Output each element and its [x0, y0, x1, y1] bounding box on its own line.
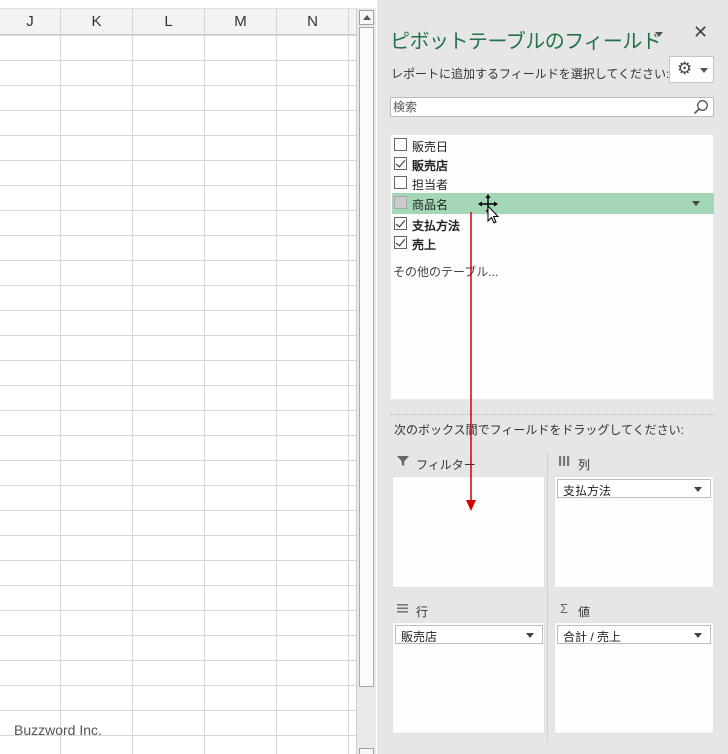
gridline	[60, 35, 61, 754]
field-checkbox[interactable]	[394, 196, 407, 209]
field-label: 担当者	[412, 178, 449, 192]
column-headers: J K L M N	[0, 8, 356, 35]
close-icon[interactable]: ✕	[693, 22, 708, 43]
column-header-l[interactable]: L	[133, 9, 205, 35]
vertical-scrollbar[interactable]	[356, 8, 376, 754]
field-label: 商品名	[412, 198, 449, 212]
pivot-field-pane: ピボットテーブルのフィールド ✕ レポートに追加するフィールドを選択してください…	[377, 0, 728, 754]
columns-icon	[559, 456, 570, 466]
gridline	[204, 35, 205, 754]
chevron-down-icon[interactable]	[694, 487, 702, 492]
rows-drop-zone[interactable]: 販売店	[392, 622, 545, 734]
filter-icon	[397, 456, 409, 466]
field-item-product-name[interactable]: 商品名	[392, 193, 714, 214]
chip-label: 販売店	[401, 630, 438, 644]
gridline	[276, 35, 277, 754]
columns-area-header: 列	[558, 454, 698, 472]
scroll-down-button[interactable]	[359, 748, 374, 754]
rows-field-chip[interactable]: 販売店	[395, 625, 543, 644]
column-header-n[interactable]: N	[277, 9, 349, 35]
values-drop-zone[interactable]: 合計 / 売上	[554, 622, 714, 734]
more-tables-link[interactable]: その他のテーブル...	[393, 263, 498, 280]
field-label: 販売店	[412, 159, 449, 173]
field-item-payment-method[interactable]: 支払方法	[392, 214, 714, 234]
field-item-store[interactable]: 販売店	[392, 154, 714, 174]
chevron-down-icon[interactable]	[694, 633, 702, 638]
field-label: 販売日	[412, 140, 449, 154]
column-header-k[interactable]: K	[61, 9, 133, 35]
drag-instruction: 次のボックス間でフィールドをドラッグしてください:	[394, 423, 685, 437]
columns-field-chip[interactable]: 支払方法	[557, 479, 711, 498]
cell-grid[interactable]	[0, 35, 356, 754]
scroll-thumb[interactable]	[359, 27, 374, 687]
pane-subtitle: レポートに追加するフィールドを選択してください:	[391, 67, 670, 81]
search-input[interactable]	[391, 98, 681, 116]
field-item-sales[interactable]: 売上	[392, 233, 714, 253]
pane-options-dropdown-icon[interactable]	[654, 30, 666, 40]
worksheet-area: J K L M N Buzzword Inc.	[0, 0, 356, 754]
field-label: 売上	[412, 238, 437, 252]
chevron-down-icon[interactable]	[526, 633, 534, 638]
search-box[interactable]	[390, 97, 714, 117]
values-area-header: Σ 値	[558, 601, 698, 619]
values-field-chip[interactable]: 合計 / 売上	[557, 625, 711, 644]
field-checkbox[interactable]	[394, 157, 407, 170]
column-header-j[interactable]: J	[0, 9, 61, 35]
chevron-down-icon	[700, 68, 708, 73]
gridline	[348, 35, 349, 754]
field-label: 支払方法	[412, 219, 461, 233]
search-icon[interactable]	[693, 99, 709, 115]
filters-area-label: フィルター	[416, 458, 476, 472]
sigma-icon: Σ	[560, 601, 569, 616]
filters-area-header: フィルター	[396, 454, 536, 472]
section-divider	[390, 414, 716, 415]
tools-button[interactable]: ⚙	[669, 56, 714, 83]
rows-area-label: 行	[416, 605, 429, 619]
filters-drop-zone[interactable]	[392, 476, 545, 588]
field-checkbox[interactable]	[394, 176, 407, 189]
gridline	[132, 35, 133, 754]
field-checkbox[interactable]	[394, 217, 407, 230]
watermark: Buzzword Inc.	[14, 722, 102, 738]
scroll-up-button[interactable]	[359, 10, 374, 25]
field-checkbox[interactable]	[394, 236, 407, 249]
values-area-label: 値	[578, 605, 591, 619]
columns-area-label: 列	[578, 458, 591, 472]
field-item-staff[interactable]: 担当者	[392, 173, 714, 193]
field-item-sales-date[interactable]: 販売日	[392, 135, 714, 155]
pane-title: ピボットテーブルのフィールド	[390, 31, 662, 53]
chip-label: 合計 / 売上	[563, 630, 622, 644]
chip-label: 支払方法	[563, 484, 612, 498]
chevron-down-icon[interactable]	[692, 201, 700, 206]
gear-icon: ⚙	[677, 59, 693, 78]
rows-icon	[397, 604, 408, 613]
field-list: 販売日 販売店 担当者 商品名 支払方法 売上 その他のテーブル...	[390, 134, 714, 400]
field-checkbox[interactable]	[394, 138, 407, 151]
area-divider	[547, 452, 548, 742]
column-header-m[interactable]: M	[205, 9, 277, 35]
columns-drop-zone[interactable]: 支払方法	[554, 476, 714, 588]
rows-area-header: 行	[396, 601, 536, 619]
